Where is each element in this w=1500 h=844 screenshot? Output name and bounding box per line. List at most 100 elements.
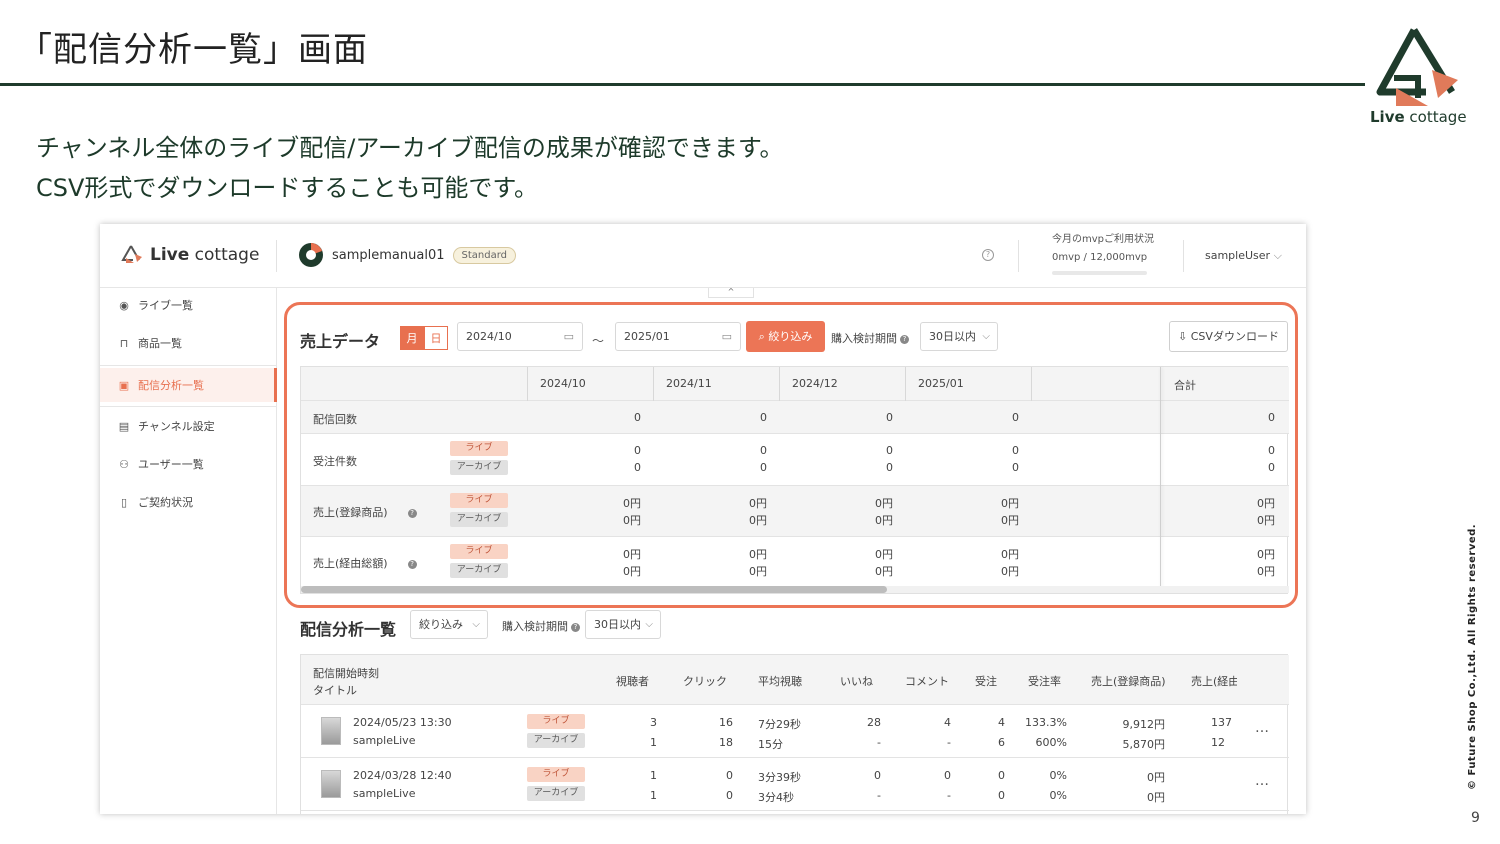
orders-archive: 0 (998, 789, 1005, 802)
column-header: 売上(登録商品) (1091, 675, 1166, 688)
column-header: 2025/01 (918, 377, 964, 390)
order-rate-archive: 0% (1049, 789, 1067, 802)
header-divider (1183, 240, 1184, 272)
cell-value: 0円 (749, 514, 767, 527)
cell-total: 0 (1268, 411, 1275, 424)
table-row: 受注件数 ライブ アーカイブ 0 0 0 0 0 0 0 0 0 0 (301, 434, 1289, 486)
collapse-toggle[interactable]: ^ (708, 288, 754, 298)
csv-download-button[interactable]: ⇩ CSVダウンロード (1169, 321, 1288, 352)
cell-value: 0 (886, 444, 893, 457)
live-thumbnail (321, 770, 341, 798)
column-header: 視聴者 (616, 675, 649, 688)
analysis-period-select[interactable]: 30日以内 ⌵ (585, 610, 661, 639)
comments-archive: - (947, 736, 951, 749)
sales-registered-live: 0円 (1147, 771, 1165, 784)
tag-archive: アーカイブ (527, 733, 585, 748)
orders-live: 4 (998, 716, 1005, 729)
cell-total: 0円 (1257, 548, 1275, 561)
sidebar-item-contract[interactable]: ▯ ご契約状況 (100, 485, 277, 519)
chevron-down-icon: ⌵ (982, 331, 990, 342)
cell-total: 0 (1268, 444, 1275, 457)
avg-watch-live: 7分29秒 (758, 718, 801, 731)
app-logo[interactable]: Live cottage (120, 244, 259, 266)
question-icon[interactable]: ? (407, 509, 417, 518)
order-rate-live: 0% (1049, 769, 1067, 782)
column-header: 2024/12 (792, 377, 838, 390)
more-options-icon[interactable]: … (1255, 773, 1270, 789)
sidebar-item-users[interactable]: ⚇ ユーザー一覧 (100, 447, 277, 481)
sidebar: ◉ ライブ一覧 ⊓ 商品一覧 ▣ 配信分析一覧 ▤ チャンネル設定 ⚇ ユーザー一覧 ▯ ご… (100, 288, 277, 814)
viewers-archive: 1 (650, 789, 657, 802)
sidebar-item-live-list[interactable]: ◉ ライブ一覧 (100, 288, 277, 322)
scrollbar-thumb[interactable] (301, 586, 887, 593)
likes-live: 0 (874, 769, 881, 782)
likes-live: 28 (867, 716, 881, 729)
cell-value: 0 (760, 411, 767, 424)
cell-value: 0円 (623, 514, 641, 527)
description-line-1: チャンネル全体のライブ配信/アーカイブ配信の成果が確認できます。 (36, 134, 784, 162)
table-row: 売上(経由総額)? ライブ アーカイブ 0円 0円 0円 0円 0円 0円 0円… (301, 537, 1289, 588)
column-header: いいね (840, 675, 873, 688)
cell-value: 0円 (749, 565, 767, 578)
cloud-download-icon: ⇩ (1178, 330, 1191, 343)
comments-archive: - (947, 789, 951, 802)
tag-live: ライブ (450, 441, 508, 456)
channel-selector[interactable]: samplemanual01 Standard (298, 242, 516, 268)
description-line-2: CSV形式でダウンロードすることも可能です。 (36, 174, 539, 202)
cell-total: 0円 (1257, 514, 1275, 527)
analysis-list-title: 配信分析一覧 (300, 620, 397, 639)
horizontal-scrollbar[interactable] (301, 586, 1289, 593)
avg-watch-archive: 3分4秒 (758, 791, 794, 804)
help-icon[interactable]: ? (982, 249, 994, 261)
analysis-filter-select[interactable]: 絞り込み ⌵ (410, 610, 488, 639)
clicks-live: 16 (719, 716, 733, 729)
analysis-period-label: 購入検討期間? (502, 618, 580, 634)
avg-watch-archive: 15分 (758, 738, 783, 751)
purchase-period-select[interactable]: 30日以内 ⌵ (920, 322, 998, 351)
sidebar-divider (100, 406, 277, 407)
question-icon[interactable]: ? (571, 623, 580, 632)
sidebar-item-products[interactable]: ⊓ 商品一覧 (100, 326, 277, 360)
column-header: 2024/11 (666, 377, 712, 390)
user-menu[interactable]: sampleUser ⌵ (1205, 249, 1282, 263)
table-row: 売上(登録商品)? ライブ アーカイブ 0円 0円 0円 0円 0円 0円 0円… (301, 486, 1289, 537)
tag-archive: アーカイブ (450, 460, 508, 475)
period-unit-toggle: 月 日 (400, 326, 448, 350)
row-label: 配信回数 (313, 413, 357, 426)
question-icon[interactable]: ? (407, 560, 417, 569)
sales-via-live: 137 (1211, 716, 1232, 729)
table-row[interactable]: 2024/03/28 12:40 sampleLive ライブ アーカイブ 1 … (301, 758, 1289, 811)
column-header: コメント (905, 675, 949, 688)
column-header: 受注 (975, 675, 997, 688)
cell-value: 0円 (1001, 514, 1019, 527)
chevron-down-icon: ⌵ (645, 619, 653, 630)
cell-value: 0円 (623, 548, 641, 561)
tag-live: ライブ (527, 714, 585, 729)
plan-badge: Standard (452, 246, 516, 264)
table-header-row: 2024/10 2024/11 2024/12 2025/01 合計 (301, 367, 1289, 401)
live-thumbnail (321, 717, 341, 745)
filter-button[interactable]: ⌕ 絞り込み (746, 321, 825, 352)
sidebar-item-analysis[interactable]: ▣ 配信分析一覧 (100, 368, 277, 402)
chevron-down-icon: ⌵ (472, 619, 480, 630)
cell-value: 0 (760, 461, 767, 474)
channel-name: samplemanual01 (332, 247, 445, 263)
toggle-day[interactable]: 日 (424, 326, 448, 350)
mvp-label: 今月のmvpご利用状況 (1052, 234, 1155, 245)
cell-value: 0 (634, 461, 641, 474)
date-to-input[interactable]: 2025/01 ▭ (615, 322, 741, 351)
avg-watch-live: 3分39秒 (758, 771, 801, 784)
header-divider (276, 240, 277, 272)
question-icon[interactable]: ? (900, 335, 909, 344)
sales-via-archive: 12 (1211, 736, 1225, 749)
users-icon: ⚇ (119, 457, 129, 471)
toggle-month[interactable]: 月 (400, 326, 424, 350)
more-options-icon[interactable]: … (1255, 720, 1270, 736)
date-from-input[interactable]: 2024/10 ▭ (457, 322, 583, 351)
column-header: 2024/10 (540, 377, 586, 390)
cell-value: 0 (886, 411, 893, 424)
column-header-start: 配信開始時刻 (313, 667, 379, 680)
table-row[interactable]: 2024/05/23 13:30 sampleLive ライブ アーカイブ 3 … (301, 705, 1289, 758)
document-icon: ▯ (120, 495, 128, 509)
sidebar-item-channel-settings[interactable]: ▤ チャンネル設定 (100, 409, 277, 443)
